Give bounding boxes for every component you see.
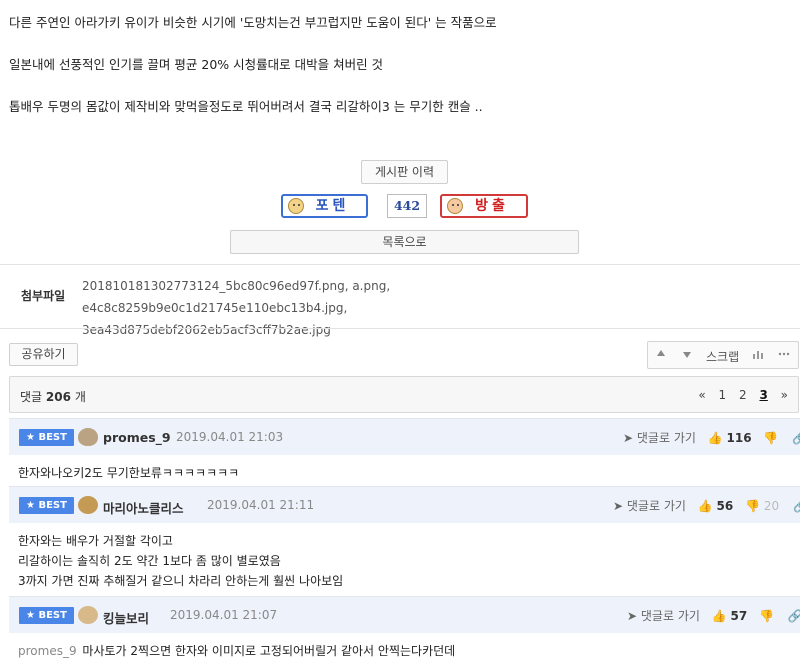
- send-icon: ➤: [613, 499, 624, 513]
- scrap-button[interactable]: 스크랩: [706, 348, 739, 365]
- comment-actions: ➤ 댓글로 가기 👍 57 👎 🔗: [627, 607, 800, 624]
- post-toolbar: 스크랩: [647, 341, 799, 369]
- comment-body: 한자와는 배우가 거절할 각이고 리갈하이는 솔직히 2도 약간 1보다 좀 많…: [9, 523, 800, 603]
- comment-nick[interactable]: 킹늘보리: [103, 608, 149, 627]
- potent-label: 포텐: [315, 198, 350, 214]
- like-count: 116: [726, 431, 752, 445]
- pager-prev[interactable]: «: [698, 388, 705, 402]
- like-button[interactable]: 👍 116: [708, 431, 752, 445]
- send-icon: ➤: [623, 431, 634, 445]
- link-icon[interactable]: 🔗: [788, 609, 800, 623]
- avatar: [78, 428, 98, 446]
- thumbs-up-icon: 👍: [711, 609, 727, 623]
- goto-comment-link[interactable]: ➤ 댓글로 가기: [623, 431, 696, 445]
- comment-text: 한자와나오키2도 무기한보류ㅋㅋㅋㅋㅋㅋㅋ: [18, 466, 240, 480]
- comment-text: 3까지 가면 진짜 추해질거 같으니 차라리 안하는게 훨씬 나아보임: [18, 574, 344, 588]
- attachment-links[interactable]: 3ea43d875debf2062eb5acf3cff7b2ae.jpg: [82, 319, 642, 341]
- thumbs-down-icon[interactable]: 👎: [759, 609, 774, 623]
- best-badge: ★ BEST: [19, 497, 74, 514]
- like-count: 56: [716, 499, 734, 513]
- pager-page-2[interactable]: 2: [739, 388, 747, 402]
- divider: [0, 264, 800, 265]
- thumbs-up-icon: 👍: [697, 499, 713, 513]
- comment-pagination: « 1 2 3 »: [689, 388, 788, 402]
- attachments-label: 첨부파일: [21, 289, 66, 303]
- board-history-button[interactable]: 게시판 이력: [361, 160, 448, 184]
- comment-date: 2019.04.01 21:11: [207, 498, 315, 512]
- potent-button[interactable]: 포텐: [281, 194, 368, 218]
- comment-body: promes_9 마사토가 2찍으면 한자와 이미지로 고정되어버릴거 같아서 …: [9, 633, 800, 659]
- like-count: 57: [730, 609, 748, 623]
- link-icon[interactable]: 🔗: [792, 431, 800, 445]
- divider: [0, 328, 800, 329]
- comment-text: promes_9 마사토가 2찍으면 한자와 이미지로 고정되어버릴거 같아서 …: [18, 641, 791, 659]
- comment-item: ★ BEST promes_9 2019.04.01 21:03 ➤ 댓글로 가…: [9, 418, 800, 495]
- ellipsis-icon[interactable]: [778, 348, 790, 362]
- comment-nick[interactable]: 마리아노클리스: [103, 498, 184, 517]
- goto-comment-label: 댓글로 가기: [626, 499, 686, 513]
- dislike-count: 20: [763, 499, 780, 513]
- thumbs-down-icon: 👎: [745, 499, 760, 513]
- arrow-up-icon[interactable]: [656, 348, 666, 362]
- comments-header: 댓글 206 개 « 1 2 3 »: [9, 376, 799, 413]
- thumbs-down-icon[interactable]: 👎: [763, 431, 778, 445]
- comment-item: ★ BEST 킹늘보리 2019.04.01 21:07 ➤ 댓글로 가기 👍 …: [9, 596, 800, 659]
- pager-next[interactable]: »: [781, 388, 788, 402]
- vote-row: 포텐 442 방출: [0, 194, 800, 220]
- thumbs-up-icon: 👍: [707, 431, 723, 445]
- comment-count-value: 206: [45, 390, 71, 404]
- comment-item: ★ BEST 마리아노클리스 2019.04.01 21:11 ➤ 댓글로 가기…: [9, 486, 800, 603]
- arrow-down-icon[interactable]: [682, 348, 692, 362]
- goto-comment-link[interactable]: ➤ 댓글로 가기: [627, 609, 700, 623]
- best-badge: ★ BEST: [19, 429, 74, 446]
- goto-comment-link[interactable]: ➤ 댓글로 가기: [613, 499, 686, 513]
- goto-comment-label: 댓글로 가기: [640, 609, 700, 623]
- share-button[interactable]: 공유하기: [9, 343, 78, 366]
- dislike-button[interactable]: 👎 20: [745, 499, 779, 513]
- comment-date: 2019.04.01 21:07: [170, 608, 278, 622]
- article-line: 톱배우 두명의 몸값이 제작비와 맞먹을정도로 뛰어버려서 결국 리갈하이3 는…: [9, 99, 483, 114]
- avatar: [78, 496, 98, 514]
- comment-nick[interactable]: promes_9: [103, 430, 171, 445]
- expel-button[interactable]: 방출: [440, 194, 528, 218]
- comment-actions: ➤ 댓글로 가기 👍 116 👎 🔗: [623, 429, 800, 446]
- back-to-list-button[interactable]: 목록으로: [230, 230, 579, 254]
- comment-count: 댓글 206 개: [20, 388, 86, 405]
- comment-count-label: 댓글: [20, 390, 43, 404]
- article-line: 일본내에 선풍적인 인기를 끌며 평균 20% 시청률대로 대박을 쳐버린 것: [9, 57, 384, 72]
- comment-text: 리갈하이는 솔직히 2도 약간 1보다 좀 많이 별로였음: [18, 554, 281, 568]
- attachment-links[interactable]: 201810181302773124_5bc80c96ed97f.png, a.…: [82, 275, 642, 319]
- expel-label: 방출: [475, 198, 509, 214]
- pager-page-3[interactable]: 3: [759, 388, 767, 402]
- best-badge: ★ BEST: [19, 607, 74, 624]
- angry-face-icon: [447, 198, 463, 214]
- vote-count: 442: [387, 194, 427, 218]
- chart-icon[interactable]: [752, 348, 764, 362]
- link-icon[interactable]: 🔗: [793, 499, 800, 513]
- article-line: 다른 주연인 아라가키 유이가 비슷한 시기에 '도망치는건 부끄럽지만 도움이…: [9, 15, 497, 30]
- like-button[interactable]: 👍 56: [698, 499, 733, 513]
- comment-text-content: 마사토가 2찍으면 한자와 이미지로 고정되어버릴거 같아서 안찍는다카던데: [82, 644, 456, 658]
- comment-text: 한자와는 배우가 거절할 각이고: [18, 534, 173, 548]
- smile-face-icon: [288, 198, 304, 214]
- send-icon: ➤: [627, 609, 638, 623]
- mention-link[interactable]: promes_9: [18, 644, 77, 658]
- comment-date: 2019.04.01 21:03: [176, 430, 284, 444]
- avatar: [78, 606, 98, 624]
- pager-page-1[interactable]: 1: [719, 388, 727, 402]
- goto-comment-label: 댓글로 가기: [636, 431, 696, 445]
- comment-count-unit: 개: [74, 390, 86, 404]
- comment-actions: ➤ 댓글로 가기 👍 56 👎 20 🔗: [613, 497, 800, 514]
- like-button[interactable]: 👍 57: [712, 609, 747, 623]
- attachments-files: 201810181302773124_5bc80c96ed97f.png, a.…: [82, 275, 642, 341]
